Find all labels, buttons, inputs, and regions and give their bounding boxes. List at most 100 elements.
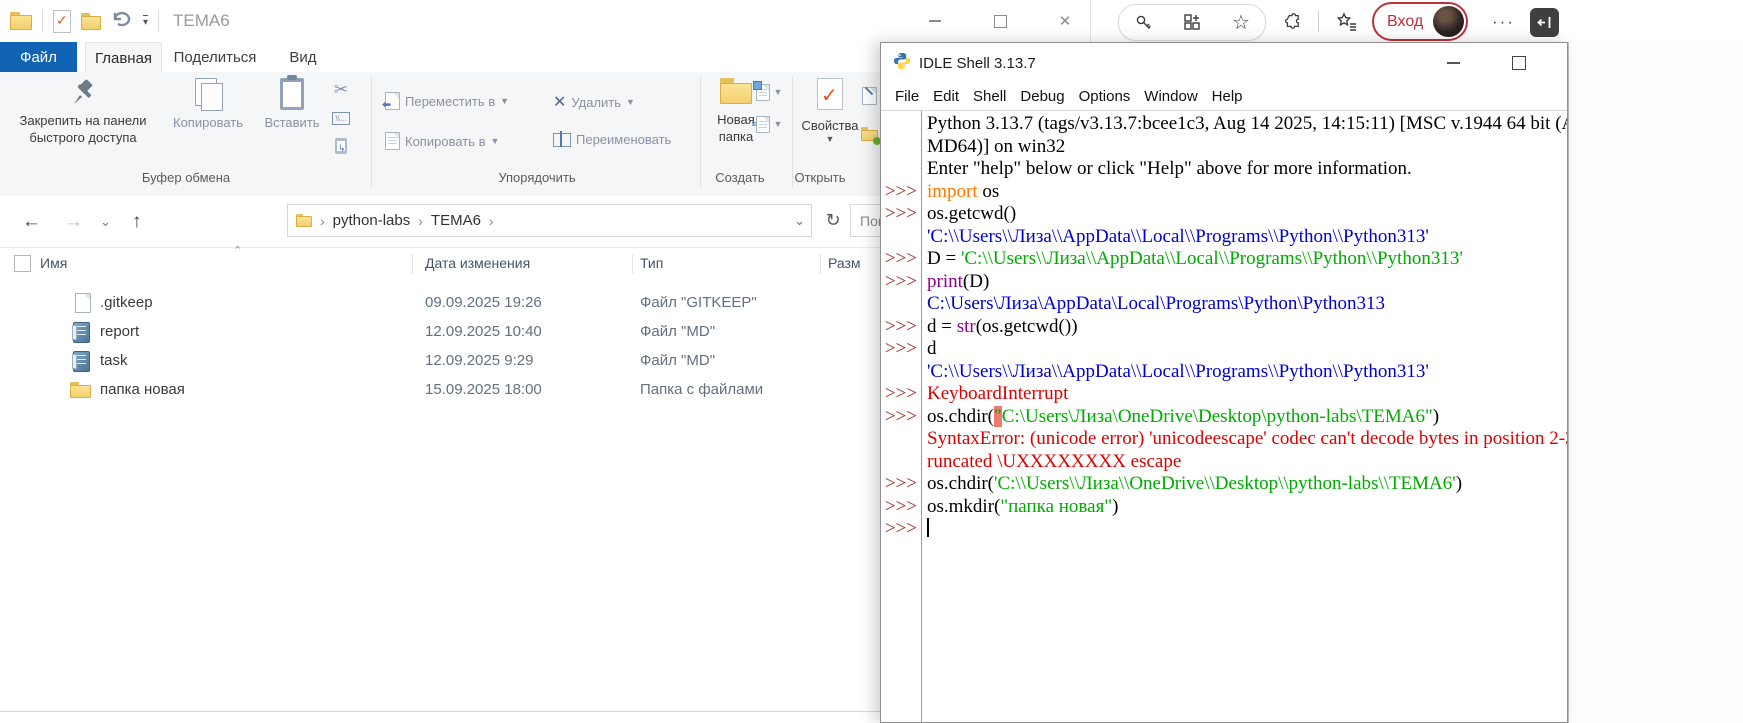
collections-grid-icon[interactable] <box>1183 13 1202 32</box>
more-menu-icon[interactable]: ··· <box>1492 0 1515 44</box>
sidebar-toggle-icon[interactable] <box>1530 8 1559 37</box>
console-text: os.chdir("C:\Users\Лиза\OneDrive\Desktop… <box>927 406 1567 428</box>
file-row[interactable]: task12.09.2025 9:29Файл "MD" <box>0 347 880 376</box>
copy-to-button[interactable]: Копировать в▼ <box>385 132 499 150</box>
column-header-name[interactable]: Имя <box>40 255 67 271</box>
breadcrumb-chevron-icon[interactable]: › <box>489 213 494 229</box>
console-text: os.getcwd() <box>927 203 1567 225</box>
undo-icon[interactable] <box>111 10 133 33</box>
file-icon <box>75 293 91 313</box>
file-name[interactable]: .gitkeep <box>100 294 153 311</box>
column-header-size[interactable]: Разм <box>828 255 861 271</box>
console-text: Python 3.13.7 (tags/v3.13.7:bcee1c3, Aug… <box>927 113 1567 135</box>
idle-console[interactable]: Python 3.13.7 (tags/v3.13.7:bcee1c3, Aug… <box>881 111 1567 722</box>
tab-Поделиться[interactable]: Поделиться <box>170 42 260 72</box>
quick-access-toolbar: ✓ ▾ ТЕМА6 <box>10 0 230 42</box>
breadcrumb-chevron-icon[interactable]: › <box>320 213 325 229</box>
extensions-puzzle-icon[interactable] <box>1282 12 1302 32</box>
explorer-titlebar: ✓ ▾ ТЕМА6 ✕ <box>0 0 1090 42</box>
menu-shell[interactable]: Shell <box>973 88 1006 105</box>
properties-button[interactable]: ✓ Свойства ▼ <box>800 78 860 144</box>
file-name[interactable]: папка новая <box>100 381 185 398</box>
idle-minimize-button[interactable] <box>1433 43 1473 83</box>
pin-to-quick-access-button[interactable]: Закрепить на панелибыстрого доступа <box>12 78 154 146</box>
idle-maximize-button[interactable] <box>1499 43 1539 83</box>
file-row[interactable]: папка новая15.09.2025 18:00Папка с файла… <box>0 376 880 405</box>
shell-prompt: >>> <box>881 181 917 203</box>
console-text: os.chdir('C:\\Users\\Лиза\\OneDrive\\Des… <box>927 473 1567 495</box>
address-dropdown-icon[interactable]: ⌄ <box>794 213 805 229</box>
copy-button[interactable]: Копировать <box>162 78 254 131</box>
console-text: print(D) <box>927 271 1567 293</box>
minimize-button[interactable] <box>912 0 958 42</box>
edge-browser-background <box>1568 42 1743 723</box>
breadcrumb-item[interactable]: ТЕМА6 <box>431 212 481 229</box>
file-row[interactable]: .gitkeep09.09.2025 19:26Файл "GITKEEP" <box>0 289 880 318</box>
breadcrumb-item[interactable]: python-labs <box>333 212 411 229</box>
menu-edit[interactable]: Edit <box>933 88 959 105</box>
recent-locations-icon[interactable]: ⌄ <box>100 196 111 247</box>
menu-help[interactable]: Help <box>1212 88 1243 105</box>
file-list-header: ⌃ Имя Дата изменения Тип Разм <box>0 250 880 278</box>
menu-debug[interactable]: Debug <box>1020 88 1064 105</box>
ribbon: Закрепить на панелибыстрого доступа Копи… <box>0 72 880 197</box>
tab-Файл[interactable]: Файл <box>0 42 77 72</box>
tab-Вид[interactable]: Вид <box>272 42 334 72</box>
shell-prompt: >>> <box>881 203 917 225</box>
edge-browser-toolbar: ☆ Вход ··· <box>1090 0 1743 44</box>
favorites-list-icon[interactable] <box>1336 11 1358 33</box>
up-icon[interactable]: ↑ <box>132 196 142 247</box>
properties-check-icon[interactable]: ✓ <box>53 10 71 33</box>
maximize-button[interactable] <box>977 0 1023 42</box>
back-icon[interactable]: ← <box>22 196 41 247</box>
address-folder-icon <box>296 214 312 227</box>
pin-icon <box>70 78 96 108</box>
tab-Главная[interactable]: Главная <box>85 42 162 73</box>
copy-icon <box>195 78 221 110</box>
breadcrumb-chevron-icon[interactable]: › <box>418 213 423 229</box>
password-key-icon[interactable] <box>1134 13 1153 32</box>
console-text: 'C:\\Users\\Лиза\\AppData\\Local\\Progra… <box>927 226 1567 248</box>
divider <box>158 10 159 32</box>
profile-avatar[interactable] <box>1433 6 1464 37</box>
file-name[interactable]: task <box>100 352 128 369</box>
new-item-icon[interactable]: ▼ <box>752 82 786 102</box>
customize-qat-icon[interactable]: ▾ <box>143 15 148 28</box>
move-to-button[interactable]: ⬅ Переместить в▼ <box>385 92 509 110</box>
console-text <box>927 518 1567 540</box>
column-header-type[interactable]: Тип <box>640 255 663 271</box>
console-line: SyntaxError: (unicode error) 'unicodeesc… <box>881 428 1567 451</box>
menu-file[interactable]: File <box>895 88 919 105</box>
edge-addressbar-end: ☆ <box>1118 4 1266 41</box>
cut-icon[interactable]: ✂ <box>330 80 352 100</box>
menu-window[interactable]: Window <box>1144 88 1197 105</box>
close-button[interactable]: ✕ <box>1042 0 1088 42</box>
console-text: C:\Users\Лиза\AppData\Local\Programs\Pyt… <box>927 293 1567 315</box>
file-name[interactable]: report <box>100 323 139 340</box>
signin-button[interactable]: Вход <box>1372 2 1468 41</box>
column-header-date[interactable]: Дата изменения <box>425 255 530 271</box>
folder-icon[interactable] <box>81 13 101 30</box>
group-label-organize: Упорядочить <box>457 170 617 185</box>
address-bar[interactable]: › python-labs › ТЕМА6 › ⌄ <box>287 204 812 237</box>
forward-icon[interactable]: → <box>64 196 83 247</box>
console-text: 'C:\\Users\\Лиза\\AppData\\Local\\Progra… <box>927 361 1567 383</box>
delete-button[interactable]: ✕ Удалить▼ <box>553 92 635 112</box>
signin-label: Вход <box>1387 13 1423 31</box>
history-icon[interactable] <box>858 124 880 144</box>
refresh-icon[interactable]: ↻ <box>818 204 848 237</box>
menu-options[interactable]: Options <box>1079 88 1131 105</box>
toolbar-divider <box>1318 11 1319 32</box>
window-title: ТЕМА6 <box>173 11 230 31</box>
md-file-icon <box>73 322 90 343</box>
edit-icon[interactable] <box>858 86 880 106</box>
paste-shortcut-icon[interactable]: ↳ <box>330 136 352 156</box>
favorites-star-icon[interactable]: ☆ <box>1232 10 1250 35</box>
file-row[interactable]: report12.09.2025 10:40Файл "MD" <box>0 318 880 347</box>
rename-button[interactable]: Переименовать <box>553 132 671 147</box>
move-to-icon: ⬅ <box>385 92 400 110</box>
select-all-checkbox[interactable] <box>14 255 31 272</box>
copy-path-icon[interactable]: \\... <box>330 108 352 128</box>
paste-button[interactable]: Вставить <box>260 78 324 131</box>
easy-access-icon[interactable]: ≡ ▼ <box>752 114 786 134</box>
